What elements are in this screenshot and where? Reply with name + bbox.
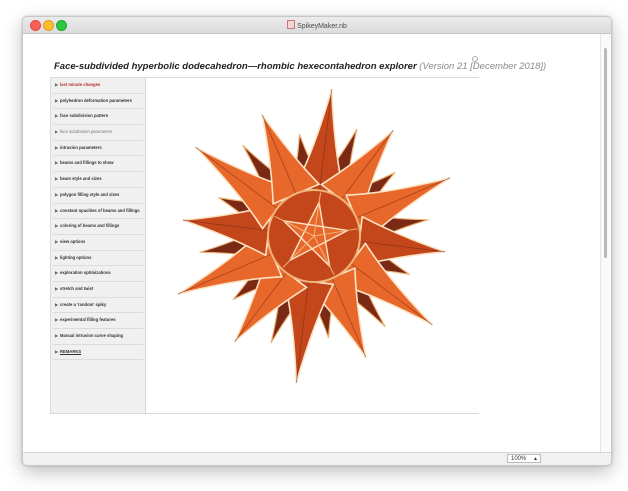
- sidebar-item[interactable]: ▶ polygon filling style and sizes: [53, 188, 143, 204]
- sidebar-item[interactable]: ▶ polyhedron deformation parameters: [53, 94, 143, 110]
- sidebar-item[interactable]: ▶ face subdivision parameters: [53, 125, 143, 141]
- notebook-title-text: Face-subdivided hyperbolic dodecahedron—…: [54, 61, 417, 72]
- sidebar-item[interactable]: ▶ last minute changes: [53, 78, 143, 94]
- disclosure-triangle-icon: ▶: [54, 144, 59, 150]
- disclosure-triangle-icon: ▶: [54, 301, 59, 307]
- window-title: SpikeyMaker.nb: [23, 20, 611, 30]
- sidebar-item-label: exploration optimizations: [60, 270, 111, 276]
- sidebar-item[interactable]: ▶ face subdivision pattern: [53, 109, 143, 126]
- disclosure-triangle-icon: ▶: [54, 176, 59, 182]
- sidebar-item-label: experimental filling features: [60, 317, 116, 323]
- graphics-output[interactable]: [145, 78, 479, 413]
- notebook-version: (Version 21 [December 2018]): [419, 61, 547, 72]
- zoom-select[interactable]: 100% ▲: [507, 454, 541, 463]
- notebook-file-icon: [287, 20, 296, 29]
- disclosure-triangle-icon: ▶: [54, 270, 59, 276]
- sidebar-item-label: face subdivision parameters: [60, 129, 113, 135]
- sidebar-item[interactable]: ▶ beam style and sizes: [53, 172, 143, 188]
- disclosure-triangle-icon: ▶: [54, 238, 59, 244]
- page-title: Face-subdivided hyperbolic dodecahedron—…: [54, 61, 546, 72]
- sidebar-item-label: Manual intrusion curve shaping: [60, 333, 124, 338]
- zoom-dropdown-icon: ▲: [533, 456, 538, 462]
- sidebar-item[interactable]: ▶ experimental filling features: [53, 313, 143, 329]
- sidebar-item[interactable]: ▶ view options: [53, 235, 143, 251]
- sidebar-item[interactable]: ▶ coloring of beams and fillings: [53, 219, 143, 235]
- sidebar-item-label: coloring of beams and fillings: [60, 223, 120, 229]
- sidebar-item[interactable]: ▶ exploration optimizations: [53, 266, 143, 282]
- vertical-scrollbar[interactable]: [600, 34, 611, 453]
- disclosure-triangle-icon: ▶: [54, 113, 59, 119]
- disclosure-triangle-icon: ▶: [54, 254, 59, 260]
- notebook-window: SpikeyMaker.nb Face-subdivided hyperboli…: [22, 16, 612, 466]
- sidebar-item-label: polygon filling style and sizes: [60, 191, 120, 197]
- sidebar-item-label: REMARKS: [60, 348, 82, 354]
- zoom-value: 100%: [511, 456, 527, 462]
- sidebar-item-label: view options: [60, 238, 86, 244]
- sidebar-item[interactable]: ▶ stretch and twist: [53, 282, 143, 298]
- sidebar-item-label: constant opacities of beams and fillings: [60, 207, 140, 213]
- manipulate-panel: ▶ last minute changes ▶ polyhedron deformat…: [50, 77, 479, 414]
- disclosure-triangle-icon: ▶: [54, 317, 59, 323]
- sidebar-item-label: stretch and twist: [60, 285, 94, 291]
- disclosure-triangle-icon: ▶: [54, 285, 59, 291]
- sidebar-item-label: lighting options: [60, 254, 92, 260]
- sidebar-item-label: polyhedron deformation parameters: [60, 97, 132, 103]
- spikey-polyhedron-graphic[interactable]: [146, 78, 479, 413]
- status-bar: 100% ▲: [23, 452, 611, 465]
- sidebar-item-label: beam style and sizes: [60, 176, 102, 182]
- sidebar-item-label: face subdivision pattern: [60, 113, 109, 119]
- sidebar-item[interactable]: ▶ beams and fillings to show: [53, 156, 143, 173]
- scrollbar-thumb[interactable]: [604, 48, 607, 258]
- notebook-content: Face-subdivided hyperbolic dodecahedron—…: [23, 34, 601, 453]
- disclosure-triangle-icon: ▶: [54, 191, 59, 197]
- disclosure-triangle-icon: ▶: [54, 348, 59, 354]
- sidebar-item[interactable]: ▶ Manual intrusion curve shaping: [53, 329, 143, 345]
- sidebar-item[interactable]: ▶ REMARKS: [53, 345, 143, 361]
- sidebar-item[interactable]: ▶ lighting options: [53, 251, 143, 267]
- sidebar-item[interactable]: ▶ intrusion parameters: [53, 141, 143, 157]
- disclosure-triangle-icon: ▶: [54, 207, 59, 213]
- window-title-text: SpikeyMaker.nb: [297, 23, 347, 30]
- title-bar: SpikeyMaker.nb: [23, 17, 611, 34]
- disclosure-triangle-icon: ▶: [54, 333, 59, 338]
- sidebar-item[interactable]: ▶ constant opacities of beams and filling…: [53, 204, 143, 220]
- sidebar-item-label: beams and fillings to show: [60, 160, 114, 166]
- disclosure-triangle-icon: ▶: [54, 82, 59, 87]
- controls-sidebar: ▶ last minute changes ▶ polyhedron deformat…: [53, 78, 143, 361]
- disclosure-triangle-icon: ▶: [54, 160, 59, 166]
- disclosure-triangle-icon: ▶: [54, 223, 59, 229]
- sidebar-item-label: create a 'random' spiky: [60, 301, 107, 307]
- sidebar-item-label: intrusion parameters: [60, 144, 102, 150]
- sidebar-item[interactable]: ▶ create a 'random' spiky: [53, 298, 143, 314]
- disclosure-triangle-icon: ▶: [54, 97, 59, 103]
- sidebar-item-label: last minute changes: [60, 82, 101, 87]
- cell-options-icon[interactable]: [472, 56, 478, 62]
- disclosure-triangle-icon: ▶: [54, 129, 59, 135]
